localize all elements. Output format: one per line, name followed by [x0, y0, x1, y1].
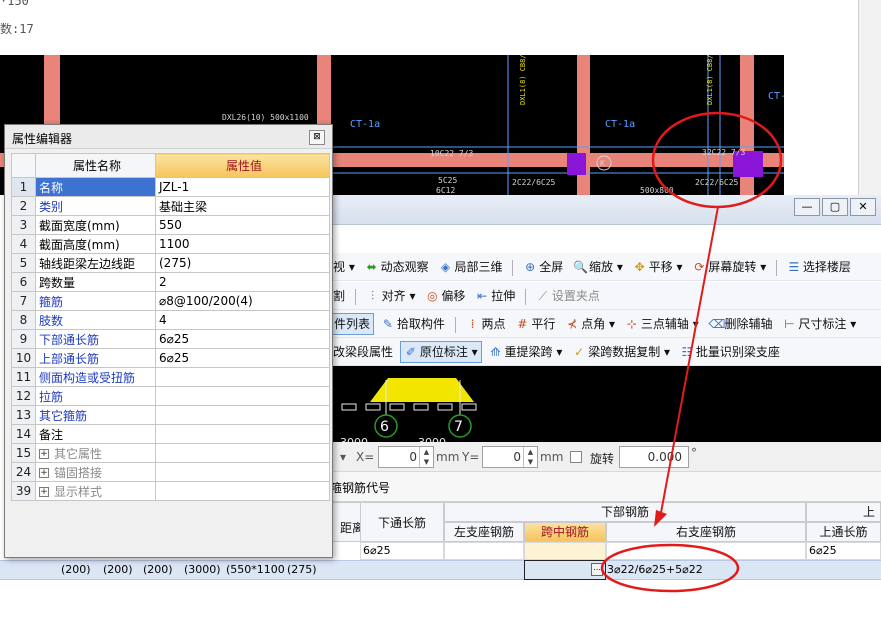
- annotation-ellipse-column: [651, 111, 783, 209]
- annotation-arrow-line: [659, 206, 719, 519]
- annotation-overlay: [600, 111, 783, 593]
- annotation-ellipse-value: [600, 543, 740, 593]
- annotation-arrow-head: [654, 510, 667, 527]
